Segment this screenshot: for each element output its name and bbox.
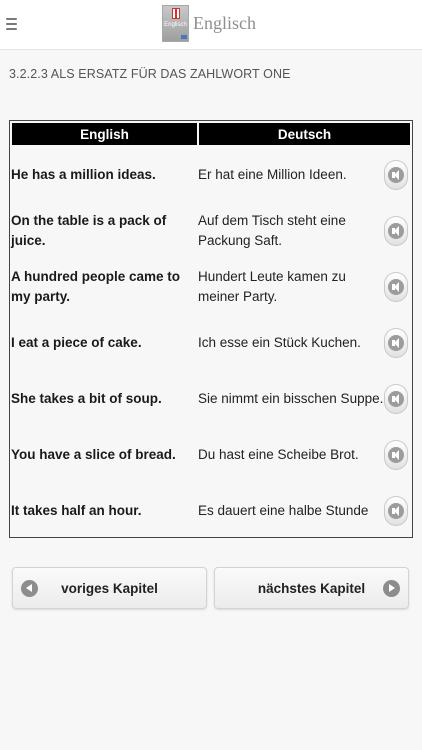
- english-sentence: A hundred people came to my party.: [11, 269, 181, 304]
- english-sentence: He has a million ideas.: [11, 167, 156, 182]
- speaker-icon[interactable]: [384, 272, 408, 302]
- speaker-icon[interactable]: [384, 216, 408, 246]
- table-row: A hundred people came to my party. Hunde…: [10, 259, 412, 315]
- flag-icon: [172, 8, 180, 19]
- arrow-right-circle-icon: [383, 580, 400, 597]
- german-sentence: Er hat eine Million Ideen.: [198, 167, 347, 182]
- previous-chapter-label: voriges Kapitel: [61, 580, 158, 596]
- speaker-icon[interactable]: [384, 160, 408, 190]
- speaker-icon[interactable]: [384, 328, 408, 358]
- german-sentence: Es dauert eine halbe Stunde: [198, 503, 369, 518]
- table-row: She takes a bit of soup. Sie nimmt ein b…: [10, 371, 412, 427]
- table-header: English Deutsch: [12, 123, 410, 145]
- speaker-icon[interactable]: [384, 496, 408, 526]
- german-sentence: Hundert Leute kamen zu meiner Party.: [198, 269, 346, 304]
- german-sentence: Auf dem Tisch steht eine Packung Saft.: [198, 213, 346, 248]
- table-body: He has a million ideas. Er hat eine Mill…: [10, 147, 412, 539]
- next-chapter-button[interactable]: nächstes Kapitel: [214, 567, 409, 609]
- table-row: On the table is a pack of juice. Auf dem…: [10, 203, 412, 259]
- english-sentence: It takes half an hour.: [11, 503, 142, 518]
- app-title: Englisch: [193, 13, 256, 33]
- table-row: You have a slice of bread. Du hast eine …: [10, 427, 412, 483]
- table-row: I eat a piece of cake. Ich esse ein Stüc…: [10, 315, 412, 371]
- top-bar: Englisch Englisch: [0, 0, 422, 50]
- hamburger-icon[interactable]: [6, 14, 22, 34]
- english-sentence: I eat a piece of cake.: [11, 335, 142, 350]
- arrow-left-circle-icon: [21, 580, 38, 597]
- german-sentence: Sie nimmt ein bisschen Suppe.: [198, 391, 384, 406]
- english-sentence: On the table is a pack of juice.: [11, 213, 167, 248]
- german-sentence: Ich esse ein Stück Kuchen.: [198, 335, 361, 350]
- english-sentence: She takes a bit of soup.: [11, 391, 162, 406]
- vocabulary-table: English Deutsch He has a million ideas. …: [9, 120, 413, 538]
- table-row: He has a million ideas. Er hat eine Mill…: [10, 147, 412, 203]
- app-logo: Englisch: [162, 5, 189, 42]
- section-heading: 3.2.2.3 ALS ERSATZ FÜR DAS ZAHLWORT ONE: [9, 67, 291, 81]
- column-header-deutsch: Deutsch: [199, 123, 410, 145]
- english-sentence: You have a slice of bread.: [11, 447, 176, 462]
- next-chapter-label: nächstes Kapitel: [257, 580, 366, 596]
- speaker-icon[interactable]: [384, 440, 408, 470]
- table-row: It takes half an hour. Es dauert eine ha…: [10, 483, 412, 539]
- previous-chapter-button[interactable]: voriges Kapitel: [12, 567, 207, 609]
- logo-text: Englisch: [164, 22, 187, 28]
- speaker-icon[interactable]: [384, 384, 408, 414]
- german-sentence: Du hast eine Scheibe Brot.: [198, 447, 359, 462]
- column-header-english: English: [12, 123, 197, 145]
